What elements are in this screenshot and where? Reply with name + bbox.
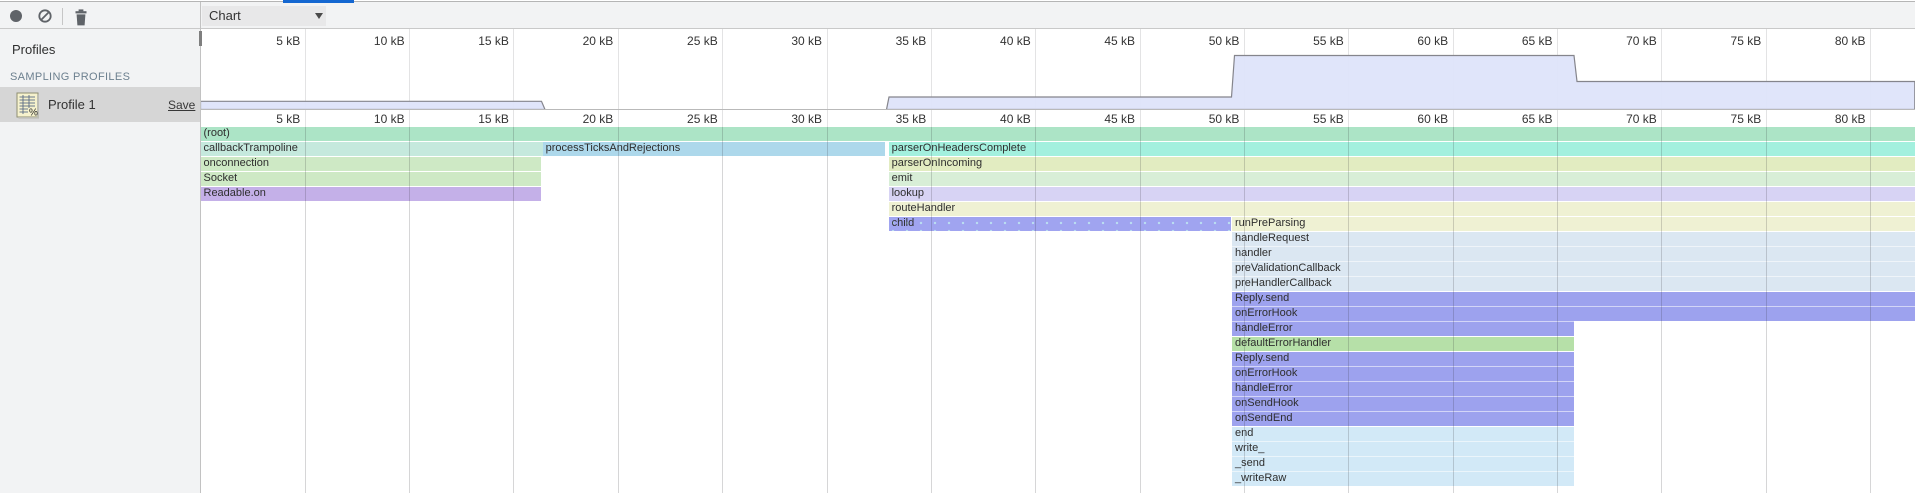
svg-text:%: % — [29, 108, 38, 119]
